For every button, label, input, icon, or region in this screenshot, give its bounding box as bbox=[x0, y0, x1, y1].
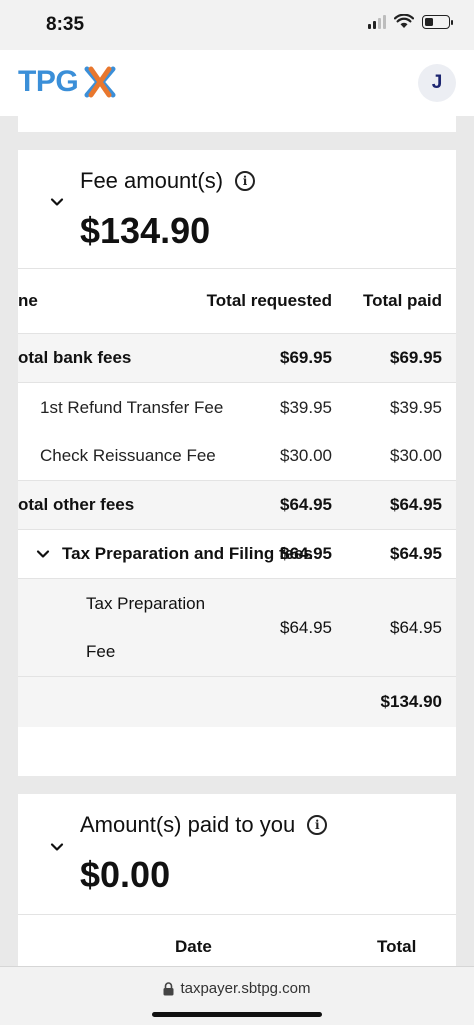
row-paid: $69.95 bbox=[390, 348, 442, 367]
status-bar: 8:35 bbox=[0, 0, 474, 50]
fee-card-title: Fee amount(s) bbox=[80, 168, 224, 193]
row-paid: $64.95 bbox=[390, 544, 442, 563]
row-paid: $39.95 bbox=[390, 397, 442, 417]
row-name: Tax Preparation Fee bbox=[86, 593, 206, 661]
paid-card-title: Amount(s) paid to you bbox=[80, 812, 296, 837]
url-text: taxpayer.sbtpg.com bbox=[180, 980, 311, 997]
divider bbox=[18, 914, 456, 915]
battery-icon bbox=[422, 14, 453, 29]
table-row: 1st Refund Transfer Fee $39.95 $39.95 bbox=[18, 383, 456, 432]
row-requested: $64.95 bbox=[280, 617, 332, 637]
row-name: otal other fees bbox=[18, 495, 135, 514]
table-header-row: ne Total requested Total paid bbox=[18, 268, 456, 334]
logo-text: TPG bbox=[18, 65, 79, 98]
row-requested: $64.95 bbox=[280, 495, 332, 514]
paid-total-amount: $0.00 bbox=[80, 854, 171, 895]
app-header: TPG J bbox=[0, 50, 474, 116]
column-header-paid[interactable]: Total paid bbox=[363, 291, 442, 311]
column-header-total[interactable]: Total bbox=[377, 937, 416, 957]
paid-title-row: Amount(s) paid to you i bbox=[80, 812, 328, 838]
wifi-icon bbox=[394, 14, 414, 28]
row-requested: $30.00 bbox=[280, 446, 332, 465]
status-time: 8:35 bbox=[46, 14, 85, 35]
column-header-date[interactable]: Date bbox=[175, 937, 212, 957]
table-row-group[interactable]: Tax Preparation and Filing fees $64.95 $… bbox=[18, 530, 456, 579]
table-row[interactable]: otal bank fees $69.95 $69.95 bbox=[18, 334, 456, 383]
browser-address-bar[interactable]: taxpayer.sbtpg.com bbox=[0, 966, 474, 1025]
cellular-signal-icon bbox=[368, 14, 386, 29]
group-name-cell: Tax Preparation and Filing fees bbox=[36, 544, 313, 564]
row-name: 1st Refund Transfer Fee bbox=[40, 397, 224, 417]
previous-card-stub bbox=[18, 116, 456, 132]
row-paid: $30.00 bbox=[390, 446, 442, 465]
fee-title-row: Fee amount(s) i bbox=[80, 168, 256, 194]
row-name: Tax Preparation and Filing fees bbox=[62, 544, 313, 563]
row-name: otal bank fees bbox=[18, 348, 132, 367]
grand-total-row: $134.90 bbox=[18, 677, 456, 727]
row-paid: $64.95 bbox=[390, 495, 442, 514]
info-icon[interactable]: i bbox=[307, 815, 328, 835]
fee-amounts-card: Fee amount(s) i $134.90 ne Total request… bbox=[18, 150, 456, 776]
chevron-down-icon[interactable] bbox=[50, 840, 64, 854]
info-icon[interactable]: i bbox=[235, 171, 256, 191]
avatar[interactable]: J bbox=[418, 64, 456, 102]
column-header-requested[interactable]: Total requested bbox=[207, 291, 332, 311]
home-indicator[interactable] bbox=[152, 1012, 322, 1017]
row-name: Check Reissuance Fee bbox=[40, 446, 216, 465]
chevron-down-icon[interactable] bbox=[36, 547, 50, 561]
row-paid: $64.95 bbox=[390, 617, 442, 637]
table-row[interactable]: otal other fees $64.95 $64.95 bbox=[18, 481, 456, 530]
tpg-logo[interactable]: TPG bbox=[18, 65, 118, 99]
chevron-down-icon[interactable] bbox=[50, 195, 64, 209]
fee-table: ne Total requested Total paid otal bank … bbox=[18, 268, 456, 727]
row-requested: $64.95 bbox=[280, 544, 332, 563]
table-row: Tax Preparation Fee $64.95 $64.95 bbox=[18, 579, 456, 677]
url-display[interactable]: taxpayer.sbtpg.com bbox=[0, 980, 474, 997]
column-header-name[interactable]: ne bbox=[18, 291, 38, 311]
row-requested: $69.95 bbox=[280, 348, 332, 367]
grand-total-paid: $134.90 bbox=[380, 692, 442, 711]
amounts-paid-card: Amount(s) paid to you i $0.00 Date Total bbox=[18, 794, 456, 966]
status-icons bbox=[368, 14, 453, 29]
lock-icon bbox=[163, 981, 174, 995]
row-requested: $39.95 bbox=[280, 397, 332, 417]
logo-mark-icon bbox=[84, 66, 116, 98]
table-row: Check Reissuance Fee $30.00 $30.00 bbox=[18, 432, 456, 481]
fee-total-amount: $134.90 bbox=[80, 210, 211, 251]
